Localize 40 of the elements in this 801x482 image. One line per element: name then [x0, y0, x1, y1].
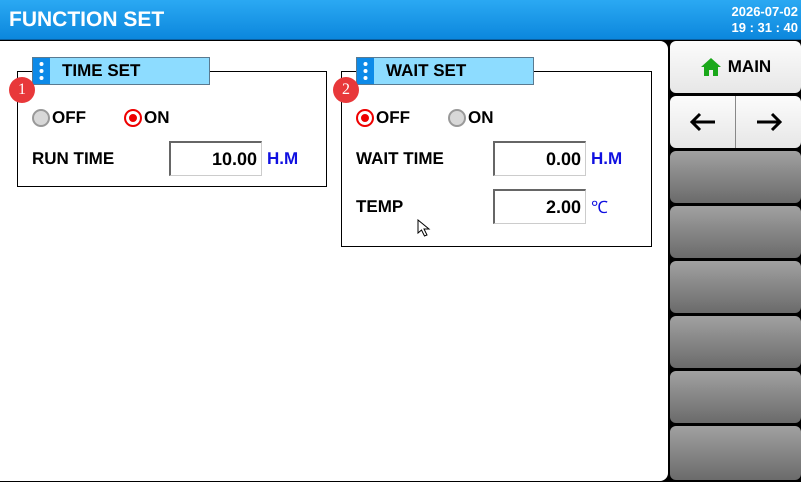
- field-label: TEMP: [356, 196, 404, 216]
- home-icon: [700, 57, 722, 77]
- unit-label: ℃: [591, 197, 608, 218]
- kebab-icon: [33, 58, 50, 84]
- radio-circle[interactable]: [32, 109, 50, 127]
- cursor-icon: [417, 219, 433, 237]
- radio-circle[interactable]: [356, 109, 374, 127]
- radio-circle[interactable]: [448, 109, 466, 127]
- right-arrow-icon: [754, 112, 782, 132]
- left-arrow-icon: [688, 112, 716, 132]
- kebab-icon: [357, 58, 374, 84]
- radio-label: ON: [144, 108, 170, 128]
- radio-label: OFF: [376, 108, 410, 128]
- number-badge: 2: [333, 77, 359, 103]
- time-text: 19 : 31 : 40: [732, 20, 798, 36]
- field-label: RUN TIME: [32, 148, 116, 168]
- unit-label: H.M: [267, 148, 298, 168]
- blank-button[interactable]: [670, 316, 801, 368]
- group-title: WAIT SET: [386, 61, 466, 81]
- date-text: 2026-07-02: [732, 4, 798, 20]
- input-field[interactable]: 2.00: [493, 189, 586, 224]
- blank-button[interactable]: [670, 371, 801, 423]
- blank-button[interactable]: [670, 261, 801, 313]
- radio-label: ON: [468, 108, 494, 128]
- radio-label: OFF: [52, 108, 86, 128]
- input-field[interactable]: 10.00: [169, 141, 262, 176]
- number-badge: 1: [9, 77, 35, 103]
- blank-button[interactable]: [670, 206, 801, 258]
- main-button[interactable]: MAIN: [670, 41, 801, 93]
- radio-button[interactable]: ON: [448, 108, 520, 128]
- screen-title: FUNCTION SET: [9, 8, 164, 32]
- radio-button[interactable]: ON: [124, 108, 196, 128]
- blank-button[interactable]: [670, 426, 801, 480]
- field-label: WAIT TIME: [356, 148, 445, 168]
- radio-button[interactable]: OFF: [32, 108, 104, 128]
- group-title: TIME SET: [62, 61, 140, 81]
- unit-label: H.M: [591, 148, 622, 168]
- radio-button[interactable]: OFF: [356, 108, 428, 128]
- input-field[interactable]: 0.00: [493, 141, 586, 176]
- radio-circle[interactable]: [124, 109, 142, 127]
